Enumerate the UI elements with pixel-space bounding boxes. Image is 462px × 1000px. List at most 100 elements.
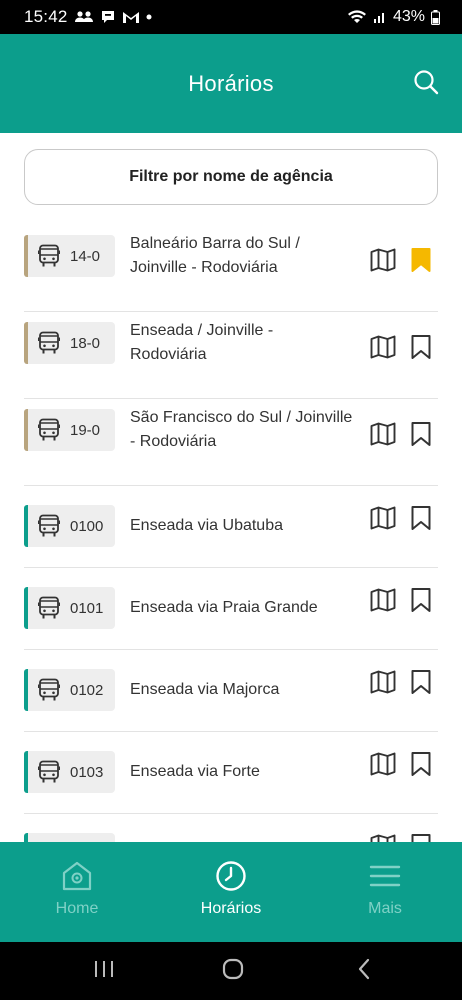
bus-icon — [38, 596, 60, 620]
signal-icon — [373, 10, 387, 24]
route-accent-bar — [24, 322, 28, 364]
route-accent-bar — [24, 669, 28, 711]
schedule-content[interactable]: Filtre por nome de agência 14-0 Balneário… — [0, 133, 462, 842]
bookmark-filled-icon — [410, 247, 432, 278]
map-icon — [370, 752, 396, 781]
map-icon — [370, 670, 396, 699]
route-row[interactable]: 0104Enseada via Forte / Capri — [0, 814, 462, 842]
route-map-button[interactable] — [369, 422, 397, 450]
search-button[interactable] — [412, 69, 440, 100]
map-icon — [370, 834, 396, 842]
bookmark-icon — [410, 587, 432, 618]
route-badge: 0100 — [24, 505, 115, 547]
home-pin-icon — [61, 860, 93, 892]
back-system-button[interactable] — [352, 958, 376, 985]
status-left: 15:42 — [24, 7, 152, 27]
route-bookmark-button[interactable] — [407, 421, 435, 450]
route-name-line1: Balneário Barra do Sul / — [130, 235, 300, 252]
route-map-button[interactable] — [369, 670, 397, 698]
route-name: Enseada via Praia Grande — [130, 596, 362, 620]
nav-horarios[interactable]: Horários — [161, 842, 301, 942]
route-row[interactable]: 0101 Enseada via Praia Grande — [0, 568, 462, 650]
map-icon — [370, 422, 396, 451]
status-time: 15:42 — [24, 7, 68, 26]
route-map-button[interactable] — [369, 752, 397, 780]
search-icon — [413, 69, 439, 100]
bookmark-icon — [410, 751, 432, 782]
route-bookmark-button[interactable] — [407, 751, 435, 782]
agency-filter-button[interactable]: Filtre por nome de agência — [24, 149, 438, 205]
route-accent-bar — [24, 505, 28, 547]
page-title: Horários — [188, 70, 274, 96]
app-header: Horários — [0, 34, 462, 133]
back-chevron-icon — [356, 958, 372, 985]
route-name-line1: Enseada via Majorca — [130, 681, 280, 698]
route-badge: 0101 — [24, 587, 115, 629]
nav-mais[interactable]: Mais — [315, 842, 455, 942]
route-accent-bar — [24, 833, 28, 842]
route-row[interactable]: 0100 Enseada via Ubatuba — [0, 486, 462, 568]
system-nav-bar — [0, 942, 462, 1000]
bus-icon — [38, 418, 60, 442]
nav-home[interactable]: Home — [7, 842, 147, 942]
route-name-line2: Rodoviária — [130, 346, 207, 363]
route-row[interactable]: 18-0 Enseada / Joinville - Rodoviária — [0, 312, 462, 399]
bus-icon — [38, 678, 60, 702]
route-bookmark-button[interactable] — [407, 587, 435, 618]
battery-icon — [431, 9, 440, 25]
route-code: 0103 — [70, 763, 104, 781]
battery-percent: 43% — [392, 8, 425, 25]
route-bookmark-button[interactable] — [407, 334, 435, 365]
route-row[interactable]: 0102 Enseada via Majorca — [0, 650, 462, 732]
route-badge: 0104 — [24, 833, 115, 842]
wifi-icon — [347, 9, 367, 25]
bus-icon — [38, 760, 60, 784]
route-row[interactable]: 19-0 São Francisco do Sul / Joinville - Ro… — [0, 399, 462, 486]
nav-mais-label: Mais — [368, 900, 402, 917]
route-name: Enseada / Joinville - Rodoviária — [130, 319, 362, 367]
route-badge: 0103 — [24, 751, 115, 793]
home-system-button[interactable] — [221, 958, 245, 985]
bookmark-icon — [410, 833, 432, 842]
route-name-line1: Enseada via Forte — [130, 763, 260, 780]
route-bookmark-button[interactable] — [407, 505, 435, 536]
route-name-line1: Enseada / Joinville - — [130, 322, 274, 339]
bookmark-icon — [410, 334, 432, 365]
route-code: 0101 — [70, 599, 104, 617]
route-row[interactable]: 0103 Enseada via Forte — [0, 732, 462, 814]
bookmark-icon — [410, 505, 432, 536]
route-name-line2: Joinville - Rodoviária — [130, 259, 278, 276]
map-icon — [370, 506, 396, 535]
bus-icon — [38, 244, 60, 268]
recent-apps-button[interactable] — [92, 959, 116, 983]
route-map-button[interactable] — [369, 506, 397, 534]
map-icon — [370, 335, 396, 364]
home-circle-icon — [222, 958, 244, 985]
route-name: Enseada via Forte — [130, 760, 362, 784]
route-list: 14-0 Balneário Barra do Sul / Joinville - … — [0, 225, 462, 842]
route-name-line1: Enseada via Ubatuba — [130, 517, 283, 534]
status-right: 43% — [347, 8, 440, 26]
route-accent-bar — [24, 751, 28, 793]
route-name-line2: - Rodoviária — [130, 433, 217, 450]
bus-icon — [38, 331, 60, 355]
bus-icon — [38, 514, 60, 538]
route-map-button[interactable] — [369, 834, 397, 842]
bottom-nav: Home Horários Mais — [0, 842, 462, 942]
route-badge: 0102 — [24, 669, 115, 711]
map-icon — [370, 588, 396, 617]
route-name: Enseada via Majorca — [130, 678, 362, 702]
route-code: 0100 — [70, 517, 104, 535]
menu-icon — [369, 860, 401, 892]
route-map-button[interactable] — [369, 588, 397, 616]
status-bar: 15:42 43% — [0, 0, 462, 34]
route-map-button[interactable] — [369, 335, 397, 363]
route-name: Enseada via Ubatuba — [130, 514, 362, 538]
route-bookmark-button[interactable] — [407, 833, 435, 842]
route-badge: 19-0 — [24, 409, 115, 451]
route-name-line1: Enseada via Praia Grande — [130, 599, 318, 616]
route-row[interactable]: 14-0 Balneário Barra do Sul / Joinville - … — [0, 225, 462, 312]
route-map-button[interactable] — [369, 248, 397, 276]
route-bookmark-button[interactable] — [407, 669, 435, 698]
route-bookmark-button[interactable] — [407, 247, 435, 278]
